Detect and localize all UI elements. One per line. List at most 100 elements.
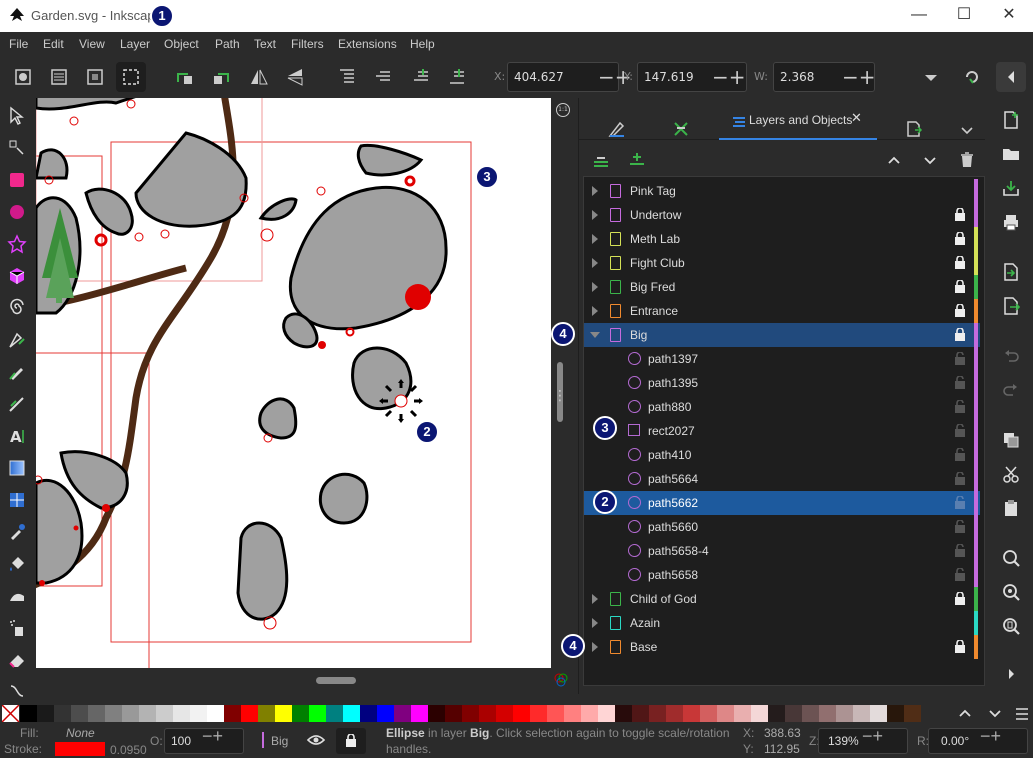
color-swatch[interactable] [428,705,445,722]
paste-icon[interactable] [1001,498,1021,518]
color-swatch[interactable] [870,705,887,722]
ellipse-tool-icon[interactable] [7,202,27,222]
expand-arrow-icon[interactable] [592,594,598,604]
gradient-tool-icon[interactable] [7,458,27,478]
color-swatch[interactable] [802,705,819,722]
connector-tool-icon[interactable] [7,682,27,702]
color-swatch[interactable] [581,705,598,722]
unlock-icon[interactable] [955,520,965,533]
color-swatch[interactable] [394,705,411,722]
unlock-icon[interactable] [955,568,965,581]
object-row-path880[interactable]: path880 [584,395,980,419]
object-row-path5662[interactable]: path5662 [584,491,980,515]
lock-icon[interactable] [955,304,965,317]
color-swatch[interactable] [666,705,683,722]
lock-icon[interactable] [955,232,965,245]
star-tool-icon[interactable] [7,234,27,254]
zoom-correction-icon[interactable]: 1:1 [556,103,570,117]
layer-row-big[interactable]: Big [584,323,980,347]
3d-box-tool-icon[interactable] [7,266,27,286]
add-layer-icon[interactable] [591,150,611,170]
more-commands-icon[interactable] [1001,664,1021,684]
color-swatch[interactable] [445,705,462,722]
layer-row-big-fred[interactable]: Big Fred [584,275,980,299]
lock-icon[interactable] [955,640,965,653]
menu-file[interactable]: File [9,37,28,51]
color-swatch[interactable] [598,705,615,722]
paint-bucket-tool-icon[interactable] [7,554,27,574]
layer-row-pink-tag[interactable]: Pink Tag [584,179,980,203]
raise-to-top-icon[interactable] [332,62,362,92]
layer-row-entrance[interactable]: Entrance [584,299,980,323]
display-mode-icon[interactable] [553,672,569,688]
menu-extensions[interactable]: Extensions [338,37,397,51]
expand-arrow-icon[interactable] [592,306,598,316]
layer-row-azain[interactable]: Azain [584,611,980,635]
tweak-tool-icon[interactable] [7,586,27,606]
lock-icon[interactable] [955,256,965,269]
rotate-ccw-icon[interactable] [170,62,200,92]
zoom-selection-icon[interactable] [1001,548,1021,568]
color-swatch[interactable] [105,705,122,722]
collapse-arrow-icon[interactable] [590,332,600,338]
y-stepper[interactable]: −+ [712,62,746,92]
color-swatch[interactable] [139,705,156,722]
color-swatch[interactable] [496,705,513,722]
color-swatch[interactable] [717,705,734,722]
export-icon[interactable] [1001,296,1021,316]
lock-icon[interactable] [955,592,965,605]
lock-icon[interactable] [955,208,965,221]
zoom-stepper[interactable]: −+ [862,726,883,747]
selector-tool-icon[interactable] [7,106,27,126]
color-swatch[interactable] [819,705,836,722]
text-tool-icon[interactable]: A [7,426,27,446]
object-row-path1395[interactable]: path1395 [584,371,980,395]
palette-menu-icon[interactable] [1013,705,1031,722]
color-swatch[interactable] [88,705,105,722]
color-swatch[interactable] [360,705,377,722]
color-swatch[interactable] [530,705,547,722]
unlock-icon[interactable] [955,376,965,389]
expand-arrow-icon[interactable] [592,210,598,220]
rectangle-tool-icon[interactable] [7,170,27,190]
color-swatch[interactable] [37,705,54,722]
color-swatch[interactable] [734,705,751,722]
raise-icon[interactable] [368,62,398,92]
object-row-rect2027[interactable]: rect2027 [584,419,980,443]
layer-row-child-of-god[interactable]: Child of God [584,587,980,611]
pen-tool-icon[interactable] [7,330,27,350]
color-swatch[interactable] [71,705,88,722]
color-swatch[interactable] [173,705,190,722]
copy-icon[interactable] [1001,430,1021,450]
panel-resize-handle-icon[interactable]: ⋮ [553,388,567,404]
dropper-tool-icon[interactable] [7,522,27,542]
menu-view[interactable]: View [79,37,105,51]
horizontal-scroll-thumb[interactable] [316,677,356,684]
lower-icon[interactable] [406,62,436,92]
expand-arrow-icon[interactable] [592,186,598,196]
spiral-tool-icon[interactable] [7,298,27,318]
select-all-icon[interactable] [8,62,38,92]
color-swatch[interactable] [632,705,649,722]
maximize-icon[interactable]: ☐ [949,4,979,26]
zoom-drawing-icon[interactable] [1001,582,1021,602]
color-swatch[interactable] [343,705,360,722]
tab-layers-objects[interactable]: Layers and Objects ✕ [719,102,877,140]
layer-row-fight-club[interactable]: Fight Club [584,251,980,275]
select-same-icon[interactable] [80,62,110,92]
layer-row-base[interactable]: Base [584,635,980,659]
unlock-icon[interactable] [955,400,965,413]
color-swatch[interactable] [513,705,530,722]
undo-icon[interactable] [1001,346,1021,366]
collapse-icon[interactable] [996,62,1026,92]
color-swatch[interactable] [292,705,309,722]
opacity-stepper[interactable]: −+ [202,726,223,747]
color-swatch[interactable] [275,705,292,722]
palette-scroll-up-icon[interactable] [956,705,974,722]
color-swatch[interactable] [326,705,343,722]
cut-icon[interactable] [1001,464,1021,484]
menu-filters[interactable]: Filters [291,37,324,51]
color-swatch[interactable] [751,705,768,722]
object-row-path5660[interactable]: path5660 [584,515,980,539]
color-swatch[interactable] [54,705,71,722]
